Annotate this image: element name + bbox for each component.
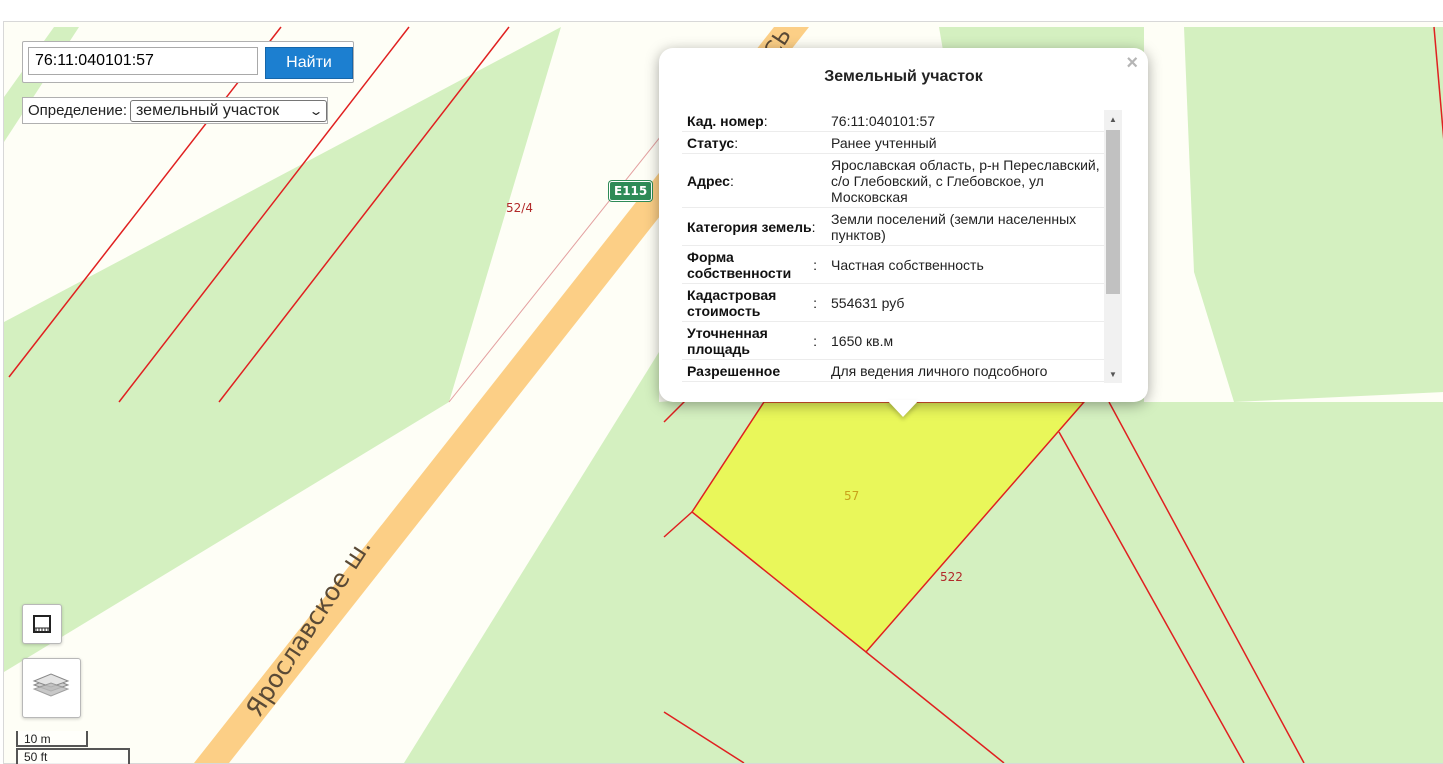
green-area-far-right [1184,27,1443,402]
property-value: 554631 руб [821,284,1113,321]
scroll-up-icon[interactable]: ▲ [1104,110,1122,128]
property-key: Статус [687,135,735,151]
scrollbar-thumb[interactable] [1106,130,1120,294]
property-key: Адрес [687,173,730,189]
route-shield-e115: E115 [609,181,653,201]
property-row: Кадастровая стоимость: 554631 руб [682,284,1122,322]
parcel-label-57: 57 [844,489,860,503]
property-value: 76:11:040101:57 [821,110,1113,131]
layers-icon [32,673,70,697]
property-row: Статус: Ранее учтенный [682,132,1122,154]
ruler-button[interactable] [22,604,62,644]
popup-scrollbar[interactable]: ▲ ▼ [1104,110,1122,383]
property-key: Кадастровая стоимость [687,287,777,319]
scroll-down-icon[interactable]: ▼ [1104,365,1122,383]
definition-label: Определение: [28,102,128,119]
property-key: Форма собственности [687,249,792,281]
property-value: Для ведения личного подсобного [821,360,1113,381]
property-value: 1650 кв.м [821,322,1113,359]
property-row: Форма собственности: Частная собственнос… [682,246,1122,284]
property-row: Кад. номер: 76:11:040101:57 [682,110,1122,132]
parcel-info-popup: × Земельный участок Кад. номер: 76:11:04… [659,48,1148,402]
parcel-label-522: 522 [940,570,963,584]
property-value: Частная собственность [821,246,1113,283]
popup-pointer [887,400,919,417]
property-key: Разрешенное [687,363,781,379]
scale-metric: 10 m [16,731,88,747]
layers-button[interactable] [22,658,81,718]
property-row: Уточненная площадь: 1650 кв.м [682,322,1122,360]
property-value: Земли поселений (земли населенных пункто… [821,208,1113,245]
property-key: Уточненная площадь [687,325,768,357]
popup-properties[interactable]: Кад. номер: 76:11:040101:57 Статус: Ране… [682,110,1122,383]
cadastral-search-input[interactable] [28,47,258,75]
search-panel: Найти [22,41,354,83]
definition-selected-value: земельный участок [136,101,280,119]
ruler-icon [33,615,51,633]
definition-panel: Определение: земельный участок ⌄ [22,97,328,124]
property-value: Ранее учтенный [821,132,1113,153]
property-row: Адрес: Ярославская область, р-н Переслав… [682,154,1122,208]
property-value: Ярославская область, р-н Переславский, с… [821,154,1113,207]
property-key: Кад. номер [687,113,764,129]
property-key: Категория земель [687,219,812,235]
popup-title: Земельный участок [824,68,983,85]
chevron-down-icon: ⌄ [308,103,324,118]
property-row: Категория земель: Земли поселений (земли… [682,208,1122,246]
property-row: Разрешенное Для ведения личного подсобно… [682,360,1122,382]
definition-select[interactable]: земельный участок ⌄ [130,99,327,122]
green-area-mid [404,352,659,763]
find-button[interactable]: Найти [265,47,353,79]
parcel-label-52-4: 52/4 [506,201,533,215]
